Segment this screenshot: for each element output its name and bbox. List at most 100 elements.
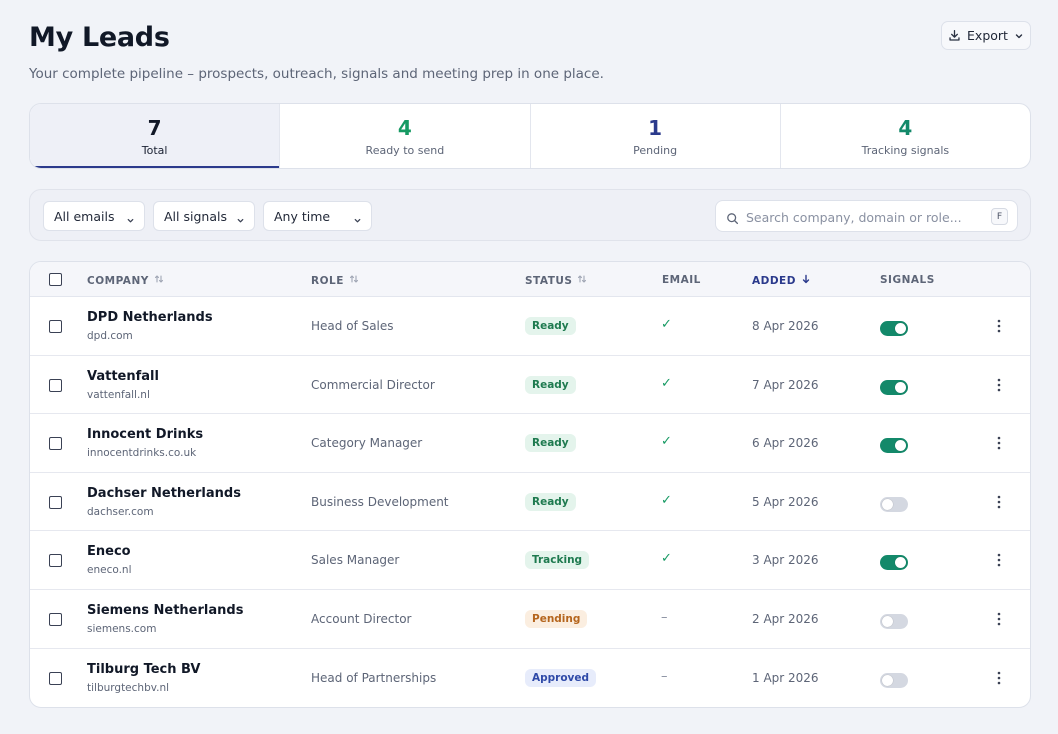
page-subtitle: Your complete pipeline – prospects, outr… [29, 66, 604, 82]
stat-tracking-signals[interactable]: 4 Tracking signals [781, 104, 1030, 168]
leads-table: COMPANY ROLE STATUS EMAIL ADDED SIGNALS … [29, 261, 1031, 708]
stat-label: Tracking signals [861, 143, 950, 157]
page-title: My Leads [29, 22, 170, 53]
column-header-status[interactable]: STATUS [525, 274, 587, 287]
arrow-down-icon [801, 274, 811, 287]
chevron-down-icon [126, 213, 135, 228]
more-options-icon[interactable] [997, 435, 1001, 454]
status-badge: Approved [525, 668, 597, 687]
row-checkbox[interactable] [49, 671, 62, 685]
company-name[interactable]: Dachser Netherlands [87, 486, 241, 501]
row-checkbox[interactable] [49, 320, 62, 333]
stat-value: 4 [397, 115, 412, 140]
download-icon [948, 29, 961, 42]
signals-filter-select[interactable]: All signals [153, 201, 255, 231]
company-name[interactable]: Innocent Drinks [87, 427, 203, 442]
column-label: EMAIL [662, 274, 701, 286]
company-name[interactable]: Siemens Netherlands [87, 603, 243, 618]
sort-icon [349, 274, 359, 287]
row-checkbox[interactable] [49, 378, 62, 392]
select-all-checkbox[interactable] [49, 273, 62, 286]
row-checkbox[interactable] [49, 554, 62, 568]
signals-toggle[interactable] [880, 555, 908, 571]
signals-toggle[interactable] [880, 438, 908, 454]
table-row[interactable]: Dachser Netherlands dachser.com Business D… [30, 473, 1030, 532]
email-status-mark: – [661, 610, 668, 625]
row-checkbox[interactable] [49, 613, 62, 626]
email-status-mark: ✓ [661, 317, 672, 332]
status-badge: Pending [525, 610, 588, 628]
table-row[interactable]: Vattenfall vattenfall.nl Commercial Direct… [30, 356, 1030, 415]
stat-label: Pending [633, 143, 678, 157]
emails-filter-select[interactable]: All emails [43, 201, 145, 231]
more-options-icon[interactable] [997, 377, 1001, 396]
company-domain: siemens.com [87, 623, 157, 635]
stat-value: 4 [898, 115, 913, 140]
column-header-company[interactable]: COMPANY [87, 274, 164, 287]
toggle-knob [895, 323, 906, 334]
sort-icon [154, 274, 164, 287]
email-status-mark: ✓ [661, 375, 672, 391]
role-text: Account Director [311, 612, 412, 626]
stat-ready-to-send[interactable]: 4 Ready to send [280, 104, 531, 168]
chevron-down-icon [236, 213, 245, 228]
company-name[interactable]: DPD Netherlands [87, 310, 213, 325]
toggle-knob [895, 381, 906, 393]
company-name[interactable]: Tilburg Tech BV [87, 662, 200, 677]
more-options-icon[interactable] [997, 552, 1001, 571]
row-checkbox[interactable] [49, 495, 62, 509]
chevron-down-icon [1014, 31, 1024, 41]
table-row[interactable]: Eneco eneco.nl Sales Manager Tracking ✓ 3 Apr… [30, 531, 1030, 590]
email-status-mark: ✓ [661, 551, 672, 567]
toggle-knob [895, 440, 906, 452]
added-date: 7 Apr 2026 [752, 377, 819, 392]
toggle-knob [882, 616, 893, 627]
chevron-down-icon [353, 213, 362, 228]
signals-toggle[interactable] [880, 614, 908, 629]
status-badge: Ready [525, 434, 576, 453]
toggle-knob [895, 557, 906, 569]
table-row[interactable]: DPD Netherlands dpd.com Head of Sales Ready… [30, 297, 1030, 356]
status-badge: Ready [525, 492, 576, 511]
more-options-icon[interactable] [997, 318, 1001, 337]
export-button[interactable]: Export [941, 21, 1031, 50]
role-text: Head of Sales [311, 319, 394, 333]
signals-filter-value: All signals [164, 208, 227, 224]
search-input[interactable] [746, 207, 986, 227]
role-text: Head of Partnerships [311, 670, 437, 685]
column-header-role[interactable]: ROLE [311, 274, 359, 287]
table-row[interactable]: Innocent Drinks innocentdrinks.co.uk Categ… [30, 414, 1030, 473]
time-filter-select[interactable]: Any time [263, 201, 372, 231]
column-label: STATUS [525, 274, 573, 287]
signals-toggle[interactable] [880, 672, 908, 688]
added-date: 1 Apr 2026 [752, 670, 819, 685]
email-status-mark: ✓ [661, 492, 672, 508]
added-date: 6 Apr 2026 [752, 436, 819, 451]
toggle-knob [882, 674, 893, 686]
more-options-icon[interactable] [997, 670, 1001, 689]
company-domain: tilburgtechbv.nl [87, 681, 170, 694]
signals-toggle[interactable] [880, 379, 908, 395]
added-date: 8 Apr 2026 [752, 319, 819, 333]
company-domain: eneco.nl [87, 564, 132, 577]
company-name[interactable]: Eneco [87, 544, 131, 559]
row-checkbox[interactable] [49, 437, 62, 451]
role-text: Commercial Director [311, 377, 435, 392]
added-date: 2 Apr 2026 [752, 612, 819, 626]
signals-toggle[interactable] [880, 321, 908, 336]
role-text: Business Development [311, 494, 449, 509]
more-options-icon[interactable] [997, 611, 1001, 630]
role-text: Category Manager [311, 436, 423, 451]
column-header-added[interactable]: ADDED [752, 274, 811, 287]
table-row[interactable]: Siemens Netherlands siemens.com Account Di… [30, 590, 1030, 649]
table-row[interactable]: Tilburg Tech BV tilburgtechbv.nl Head of P… [30, 649, 1030, 707]
stat-total[interactable]: 7 Total [30, 104, 281, 168]
stat-value: 7 [147, 115, 162, 140]
stats-tabs: 7 Total 4 Ready to send 1 Pending 4 Trac… [29, 103, 1031, 169]
company-name[interactable]: Vattenfall [87, 369, 159, 384]
added-date: 5 Apr 2026 [752, 494, 819, 509]
status-badge: Tracking [525, 551, 590, 570]
stat-pending[interactable]: 1 Pending [531, 104, 781, 168]
more-options-icon[interactable] [997, 494, 1001, 513]
signals-toggle[interactable] [880, 496, 908, 512]
